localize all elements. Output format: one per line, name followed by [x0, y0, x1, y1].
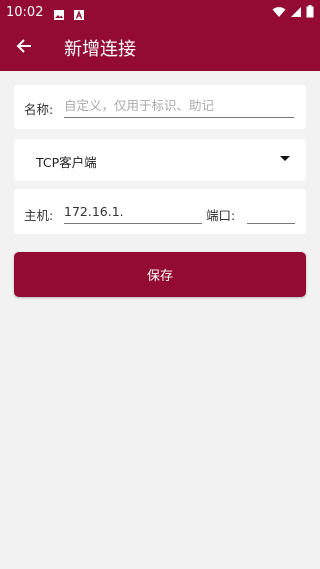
host-value: 172.16.1.: [64, 204, 124, 219]
image-icon: [53, 6, 65, 20]
port-label: 端口:: [206, 208, 236, 223]
connection-type-value: TCP客户端: [36, 155, 97, 170]
wifi-icon: [268, 3, 286, 22]
dropdown-arrow-icon: [280, 156, 290, 161]
name-placeholder: 自定义，仅用于标识、助记: [64, 98, 215, 113]
host-label: 主机:: [24, 208, 54, 223]
app-bar: 新增连接: [0, 24, 320, 71]
connection-type-select[interactable]: TCP客户端: [14, 139, 306, 181]
signal-icon: [286, 3, 302, 22]
save-button[interactable]: 保存: [14, 252, 306, 297]
name-label: 名称:: [24, 102, 54, 117]
host-card: 主机: 172.16.1. 端口:: [14, 189, 306, 234]
battery-icon: [302, 3, 314, 22]
status-bar: 10:02: [0, 0, 320, 24]
status-time: 10:02: [6, 4, 44, 20]
text-a-icon: [73, 6, 85, 20]
name-card: 名称: 自定义，仅用于标识、助记: [14, 85, 306, 129]
back-button[interactable]: [0, 24, 48, 71]
page-title: 新增连接: [64, 38, 136, 60]
host-input[interactable]: 172.16.1.: [64, 201, 202, 224]
name-input[interactable]: 自定义，仅用于标识、助记: [64, 95, 294, 118]
port-input[interactable]: [247, 201, 295, 224]
arrow-left-icon: [16, 38, 32, 58]
